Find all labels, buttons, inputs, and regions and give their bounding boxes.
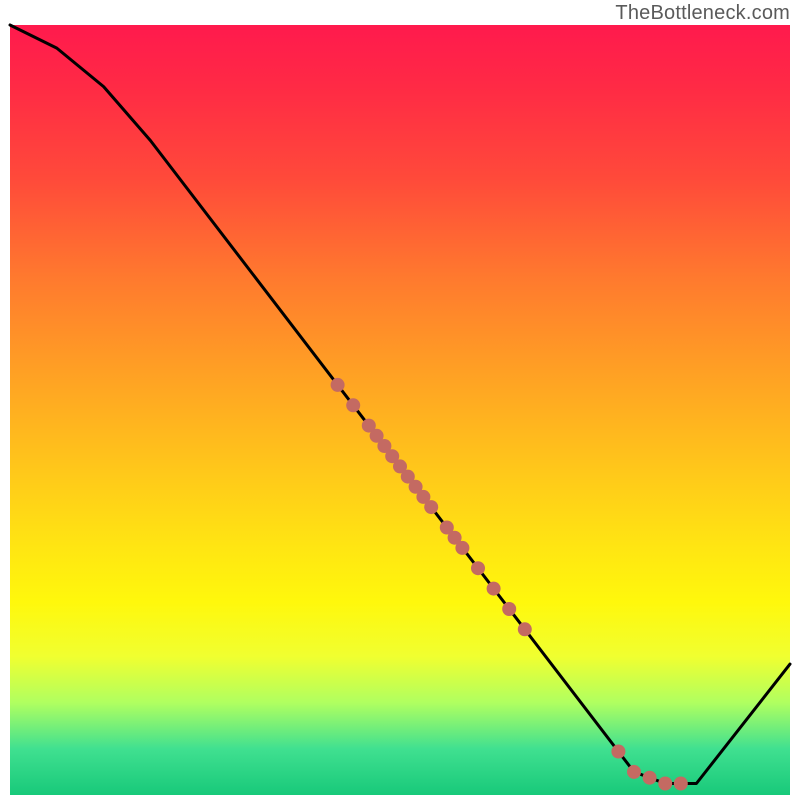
data-point xyxy=(627,765,641,779)
data-point xyxy=(674,777,688,791)
data-point xyxy=(331,378,345,392)
data-point xyxy=(658,777,672,791)
data-point xyxy=(643,771,657,785)
data-point xyxy=(424,500,438,514)
data-points xyxy=(331,378,688,791)
data-point xyxy=(487,582,501,596)
data-point xyxy=(471,561,485,575)
bottleneck-curve xyxy=(10,25,790,784)
chart-stage: TheBottleneck.com xyxy=(0,0,800,800)
curve-overlay xyxy=(0,0,800,800)
data-point xyxy=(611,745,625,759)
bottleneck-curve-path xyxy=(10,25,790,784)
data-point xyxy=(502,602,516,616)
data-point xyxy=(346,398,360,412)
data-point xyxy=(518,622,532,636)
data-point xyxy=(455,541,469,555)
